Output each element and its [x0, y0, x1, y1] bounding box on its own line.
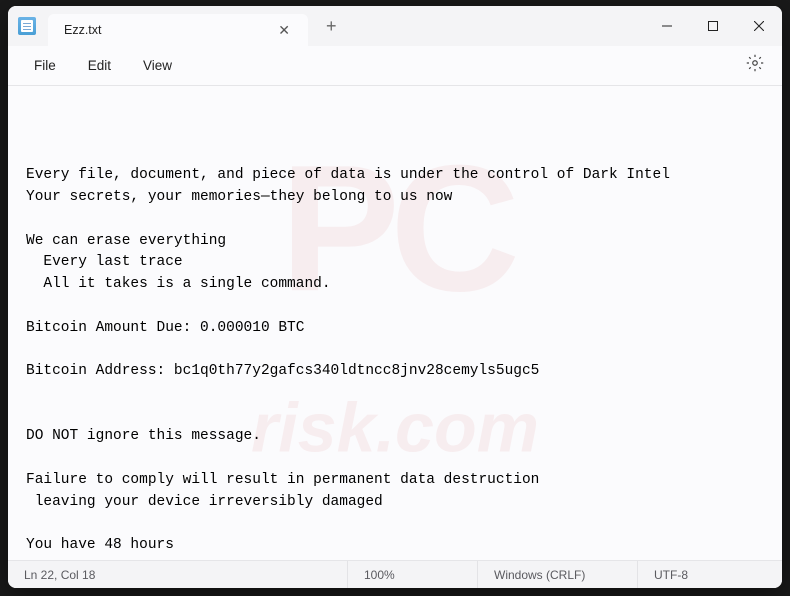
- status-line-ending[interactable]: Windows (CRLF): [478, 561, 638, 588]
- tab-active[interactable]: Ezz.txt ✕: [48, 14, 308, 46]
- titlebar: Ezz.txt ✕ +: [8, 6, 782, 46]
- menubar: File Edit View: [8, 46, 782, 86]
- tab-title: Ezz.txt: [64, 23, 102, 37]
- maximize-button[interactable]: [690, 6, 736, 46]
- status-zoom[interactable]: 100%: [348, 561, 478, 588]
- menu-view[interactable]: View: [129, 52, 186, 79]
- close-icon[interactable]: ✕: [272, 20, 296, 41]
- gear-icon[interactable]: [740, 48, 770, 83]
- notepad-window: Ezz.txt ✕ + File Edit View: [8, 6, 782, 588]
- statusbar: Ln 22, Col 18 100% Windows (CRLF) UTF-8: [8, 560, 782, 588]
- minimize-button[interactable]: [644, 6, 690, 46]
- close-button[interactable]: [736, 6, 782, 46]
- text-content: Every file, document, and piece of data …: [26, 165, 764, 560]
- new-tab-button[interactable]: +: [308, 16, 355, 37]
- menu-file[interactable]: File: [20, 52, 70, 79]
- window-controls: [644, 6, 782, 46]
- menu-edit[interactable]: Edit: [74, 52, 125, 79]
- text-editor-area[interactable]: PC risk.com Every file, document, and pi…: [8, 86, 782, 560]
- status-position[interactable]: Ln 22, Col 18: [8, 561, 348, 588]
- notepad-icon: [18, 17, 36, 35]
- status-encoding[interactable]: UTF-8: [638, 561, 782, 588]
